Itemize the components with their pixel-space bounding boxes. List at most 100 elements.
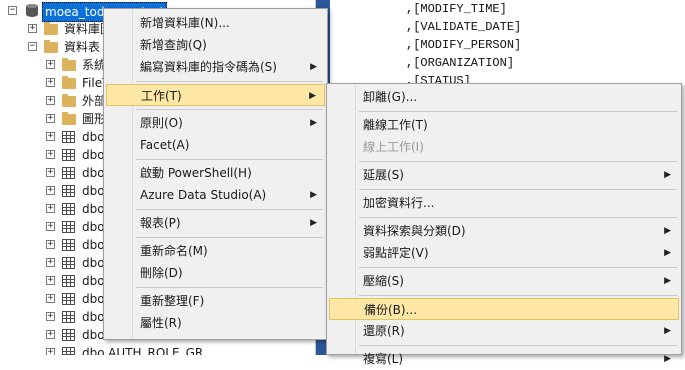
tree-node-label[interactable]: 資料表: [64, 38, 100, 56]
tree-node-label[interactable]: dbo: [82, 200, 105, 218]
expand-expander[interactable]: +: [46, 294, 55, 303]
table-icon: [62, 203, 75, 215]
context-menu-item[interactable]: 新增查詢(Q): [106, 34, 325, 56]
context-menu-item[interactable]: 刪除(D): [106, 262, 325, 284]
tree-node-label[interactable]: dbo: [82, 128, 105, 146]
expand-expander[interactable]: +: [46, 132, 55, 141]
table-icon: [62, 293, 75, 305]
task-submenu-item-label: 還原(R): [363, 324, 405, 338]
folder-icon: [44, 40, 58, 53]
code-line[interactable]: ,[ORGANIZATION]: [406, 56, 514, 70]
tree-node-label[interactable]: dbo: [82, 326, 105, 344]
context-menu-item[interactable]: 重新命名(M): [106, 240, 325, 262]
context-menu-item-label: 報表(P): [140, 216, 181, 230]
folder-icon: [62, 76, 76, 89]
expand-expander[interactable]: +: [46, 150, 55, 159]
table-icon: [62, 149, 75, 161]
task-submenu-item-label: 線上工作(I): [363, 140, 424, 154]
context-menu-item[interactable]: 編寫資料庫的指令碼為(S) ▶: [106, 56, 325, 78]
collapse-expander[interactable]: −: [28, 42, 37, 51]
task-submenu-item[interactable]: 卸離(G)...: [329, 86, 679, 108]
table-icon: [62, 329, 75, 341]
tree-node-label[interactable]: dbo: [82, 254, 105, 272]
tasks-submenu: 卸離(G)... 離線工作(T) 線上工作(I) 延展(S) ▶ 加密資料行... 資料探索…: [326, 83, 682, 366]
context-menu-item-label: 編寫資料庫的指令碼為(S): [140, 60, 277, 74]
task-submenu-item[interactable]: 還原(R) ▶: [329, 320, 679, 342]
table-icon: [62, 239, 75, 251]
expand-expander[interactable]: +: [46, 96, 55, 105]
submenu-arrow-icon: ▶: [310, 190, 317, 200]
expand-expander[interactable]: +: [46, 114, 55, 123]
tree-node-label[interactable]: dbo: [82, 308, 105, 326]
task-submenu-item[interactable]: 備份(B)...: [329, 298, 679, 320]
expand-expander[interactable]: +: [46, 240, 55, 249]
expand-expander[interactable]: +: [46, 276, 55, 285]
context-menu-item[interactable]: Azure Data Studio(A) ▶: [106, 184, 325, 206]
expand-expander[interactable]: +: [46, 60, 55, 69]
expand-expander[interactable]: +: [46, 78, 55, 87]
task-submenu-item[interactable]: 延展(S) ▶: [329, 164, 679, 186]
context-menu-item[interactable]: Facet(A): [106, 134, 325, 156]
task-submenu-item[interactable]: 壓縮(S) ▶: [329, 270, 679, 292]
submenu-arrow-icon: ▶: [310, 62, 317, 72]
expand-expander[interactable]: +: [46, 204, 55, 213]
task-submenu-item[interactable]: 複寫(L) ▶: [329, 348, 679, 370]
task-submenu-item[interactable]: 離線工作(T): [329, 114, 679, 136]
table-icon: [62, 347, 75, 355]
context-menu-item[interactable]: 重新整理(F): [106, 290, 325, 312]
tree-node[interactable]: + dbo.AUTH_ROLE_GR: [0, 344, 315, 355]
folder-icon: [44, 22, 58, 35]
submenu-arrow-icon: ▶: [310, 118, 317, 128]
expand-expander[interactable]: +: [46, 168, 55, 177]
task-submenu-item[interactable]: 加密資料行...: [329, 192, 679, 214]
code-line[interactable]: ,[MODIFY_TIME]: [406, 2, 507, 16]
menu-separator: [136, 237, 323, 238]
task-submenu-item-label: 壓縮(S): [363, 274, 404, 288]
context-menu-item-label: 新增資料庫(N)...: [140, 16, 230, 30]
context-menu-item[interactable]: 新增資料庫(N)...: [106, 12, 325, 34]
context-menu-item-label: Azure Data Studio(A): [140, 188, 267, 202]
expand-expander[interactable]: +: [46, 330, 55, 339]
context-menu-item-label: 新增查詢(Q): [140, 38, 207, 52]
expand-expander[interactable]: +: [46, 258, 55, 267]
table-icon: [62, 275, 75, 287]
menu-separator: [136, 81, 323, 82]
tree-node-label[interactable]: dbo.AUTH_ROLE_GR: [82, 344, 203, 355]
context-menu-item-label: 原則(O): [140, 116, 183, 130]
table-icon: [62, 311, 75, 323]
tree-node-label[interactable]: dbo: [82, 146, 105, 164]
task-submenu-item[interactable]: 弱點評定(V) ▶: [329, 242, 679, 264]
task-submenu-item-label: 延展(S): [363, 168, 404, 182]
context-menu-item[interactable]: 啟動 PowerShell(H): [106, 162, 325, 184]
tree-node-label[interactable]: dbo: [82, 218, 105, 236]
submenu-arrow-icon: ▶: [664, 276, 671, 286]
context-menu-item-label: 屬性(R): [140, 316, 182, 330]
tree-node-label[interactable]: dbo: [82, 290, 105, 308]
task-submenu-item[interactable]: 資料探索與分類(D) ▶: [329, 220, 679, 242]
table-icon: [62, 131, 75, 143]
context-menu-item[interactable]: 工作(T) ▶: [106, 84, 325, 106]
expand-expander[interactable]: +: [28, 24, 37, 33]
code-line[interactable]: ,[VALIDATE_DATE]: [406, 20, 521, 34]
tree-node-label[interactable]: dbo: [82, 164, 105, 182]
code-line[interactable]: ,[MODIFY_PERSON]: [406, 38, 521, 52]
tree-node-label[interactable]: dbo: [82, 272, 105, 290]
submenu-arrow-icon: ▶: [309, 91, 316, 101]
task-submenu-item-label: 離線工作(T): [363, 118, 428, 132]
context-menu-item-label: 重新整理(F): [140, 294, 205, 308]
context-menu-item[interactable]: 原則(O) ▶: [106, 112, 325, 134]
table-icon: [62, 185, 75, 197]
expand-expander[interactable]: +: [46, 312, 55, 321]
task-submenu-item[interactable]: 線上工作(I): [329, 136, 679, 158]
tree-node-label[interactable]: dbo: [82, 182, 105, 200]
expand-expander[interactable]: +: [46, 186, 55, 195]
context-menu-item[interactable]: 屬性(R): [106, 312, 325, 334]
expand-expander[interactable]: +: [46, 348, 55, 355]
database-icon: [26, 4, 38, 17]
tree-node-label[interactable]: dbo: [82, 236, 105, 254]
expand-expander[interactable]: +: [46, 222, 55, 231]
table-icon: [62, 257, 75, 269]
context-menu-item[interactable]: 報表(P) ▶: [106, 212, 325, 234]
collapse-expander[interactable]: −: [8, 6, 17, 15]
menu-separator: [359, 345, 677, 346]
